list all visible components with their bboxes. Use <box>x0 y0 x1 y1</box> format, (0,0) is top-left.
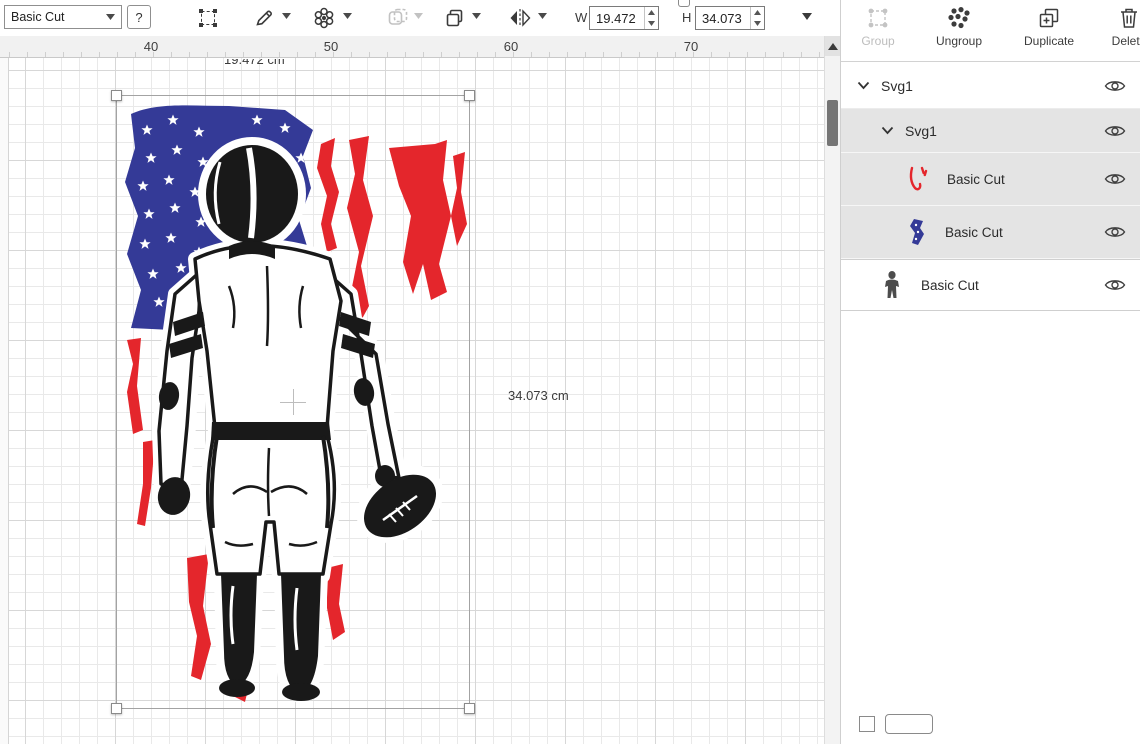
layer-tree: Svg1 Svg1 Basic Cut Basic Cut Basic Cut <box>841 63 1140 311</box>
duplicate-icon <box>1039 8 1059 28</box>
chevron-down-icon[interactable] <box>857 81 870 90</box>
marquee-select-icon <box>199 9 217 27</box>
duplicate-button[interactable]: Duplicate <box>1009 6 1089 58</box>
more-tools-dropdown[interactable] <box>801 13 813 23</box>
chevron-down-icon <box>537 13 547 19</box>
arrow-up-icon <box>827 42 838 50</box>
height-step-down[interactable] <box>751 18 764 29</box>
selection-height-dimension: 34.073 cm <box>508 388 569 403</box>
offset-tool-dropdown[interactable] <box>341 13 353 23</box>
ruler-tick: 40 <box>143 39 159 54</box>
resize-handle-top-left[interactable] <box>111 90 122 101</box>
width-field <box>589 6 659 30</box>
combine-tool-dropdown-disabled <box>412 13 424 23</box>
pencil-icon <box>256 10 272 26</box>
layer-actions-bar: Group Ungroup Duplicate Delet <box>841 0 1140 62</box>
flip-tool-button[interactable] <box>506 5 534 31</box>
vertical-scrollbar[interactable] <box>824 36 840 744</box>
ruler-tick: 60 <box>503 39 519 54</box>
arrange-tool-button[interactable] <box>441 5 469 31</box>
app-window: Basic Cut ? W 19.472 H 34.073 40 50 60 7… <box>0 0 1140 744</box>
chevron-down-icon <box>106 14 115 20</box>
offset-tool-button[interactable] <box>310 5 338 31</box>
arrow-down-icon <box>648 21 655 26</box>
height-step-up[interactable] <box>751 7 764 18</box>
chevron-down-icon <box>471 13 481 19</box>
vertical-ruler-edge <box>0 58 9 744</box>
scrollbar-thumb[interactable] <box>827 100 838 146</box>
edit-tool-button[interactable] <box>250 5 278 31</box>
chevron-down-icon <box>342 13 352 19</box>
selection-width-dimension: 19.472 cm <box>224 59 285 67</box>
offset-flower-icon <box>314 7 334 29</box>
height-input[interactable] <box>696 7 750 29</box>
chevron-down-icon <box>413 13 423 19</box>
edit-tool-dropdown[interactable] <box>280 13 292 23</box>
width-step-up[interactable] <box>645 7 658 18</box>
ungroup-button[interactable]: Ungroup <box>921 6 997 58</box>
panel-footer-button[interactable] <box>885 714 933 734</box>
flip-tool-dropdown[interactable] <box>536 13 548 23</box>
arrow-down-icon <box>754 21 761 26</box>
width-stepper <box>644 7 658 29</box>
ungroup-icon <box>948 7 970 29</box>
resize-handle-bottom-left[interactable] <box>111 703 122 714</box>
horizontal-ruler: 40 50 60 70 <box>0 36 824 58</box>
layer-thumbnail-red <box>907 164 929 194</box>
layer-row-basic-cut-player[interactable]: Basic Cut <box>841 259 1140 311</box>
layer-row-svg1-outer[interactable]: Svg1 <box>841 63 1140 109</box>
layer-row-basic-cut-red[interactable]: Basic Cut <box>841 153 1140 206</box>
mirror-flip-icon <box>510 9 531 27</box>
height-field <box>695 6 765 30</box>
chevron-down-icon <box>802 13 812 20</box>
layers-panel: Group Ungroup Duplicate Delet Svg1 Svg1 … <box>840 0 1140 744</box>
width-input[interactable] <box>590 7 644 29</box>
group-button: Group <box>849 6 907 58</box>
arrow-up-icon <box>754 10 761 15</box>
linetype-select[interactable]: Basic Cut <box>4 5 122 29</box>
chevron-down-icon <box>281 13 291 19</box>
chevron-down-icon[interactable] <box>881 126 894 135</box>
toolbar: Basic Cut ? W 19.472 H 34.073 <box>0 0 840 36</box>
combine-tool-button-disabled <box>384 5 412 31</box>
resize-handle-top-right[interactable] <box>464 90 475 101</box>
lock-ratio-icon[interactable] <box>678 0 690 7</box>
scrollbar-up-button[interactable] <box>825 36 840 56</box>
layer-thumbnail-blue <box>907 217 927 247</box>
height-label: H <box>682 10 692 25</box>
ruler-tick: 50 <box>323 39 339 54</box>
layers-copies-icon <box>446 9 463 27</box>
layer-thumbnail-player <box>881 270 903 300</box>
arrange-tool-dropdown[interactable] <box>470 13 482 23</box>
height-stepper <box>750 7 764 29</box>
canvas-area[interactable]: 40 50 60 70 19.472 cm 34.073 cm <box>0 36 824 744</box>
delete-button[interactable]: Delete <box>1099 6 1140 58</box>
ruler-tick: 70 <box>683 39 699 54</box>
visibility-eye-icon[interactable] <box>1104 78 1126 93</box>
width-label: W <box>575 10 588 25</box>
arrow-up-icon <box>648 10 655 15</box>
selection-bounding-box[interactable] <box>111 90 475 714</box>
visibility-eye-icon[interactable] <box>1104 225 1126 240</box>
selection-center-crosshair <box>280 402 306 403</box>
visibility-eye-icon[interactable] <box>1104 278 1126 293</box>
help-button[interactable]: ? <box>127 5 151 29</box>
linetype-value: Basic Cut <box>11 10 65 24</box>
visibility-eye-icon[interactable] <box>1104 172 1126 187</box>
layer-row-basic-cut-blue[interactable]: Basic Cut <box>841 206 1140 259</box>
trash-icon <box>1121 8 1137 28</box>
visibility-eye-icon[interactable] <box>1104 123 1126 138</box>
panel-footer-checkbox[interactable] <box>859 716 875 732</box>
group-icon <box>868 8 888 28</box>
combine-shapes-icon <box>388 8 408 25</box>
width-step-down[interactable] <box>645 18 658 29</box>
layer-row-svg1-inner[interactable]: Svg1 <box>841 109 1140 153</box>
resize-handle-bottom-right[interactable] <box>464 703 475 714</box>
select-all-button[interactable] <box>194 5 222 31</box>
